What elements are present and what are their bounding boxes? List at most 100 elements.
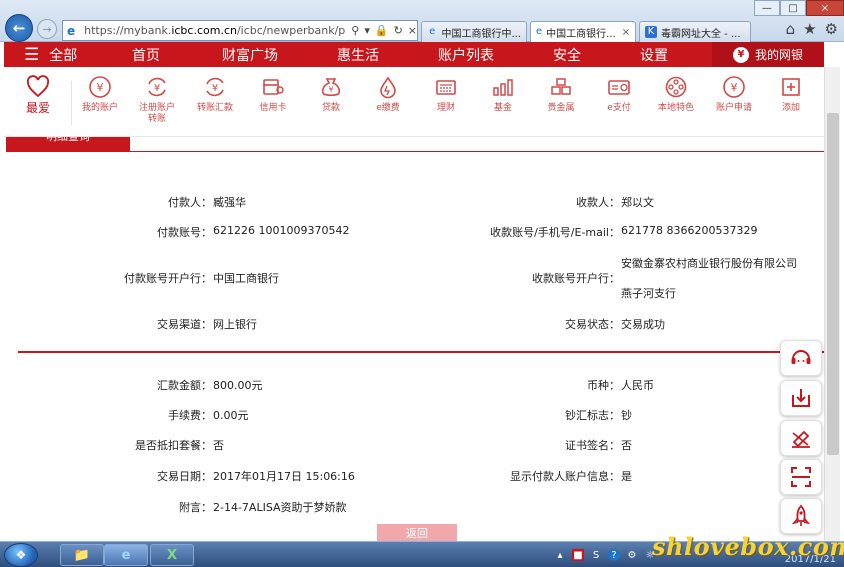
gear-icon[interactable]: ⚙	[825, 20, 838, 38]
tab-label: 中国工商银行...	[546, 28, 616, 40]
nav-wealth[interactable]: 财富广场	[222, 45, 278, 65]
note-label: 附言：	[179, 501, 212, 514]
svg-text:¥: ¥	[154, 83, 160, 94]
nav-settings[interactable]: 设置	[640, 45, 668, 65]
lock-icon[interactable]: 🔒	[375, 24, 389, 37]
gold-bars-icon	[551, 78, 571, 95]
svg-text:¥: ¥	[328, 85, 333, 94]
menu-all-label: 全部	[49, 47, 78, 64]
nav-life[interactable]: 惠生活	[337, 45, 379, 65]
quick-favorite[interactable]: 最爱	[10, 75, 66, 116]
quick-local-features-label: 本地特色	[657, 103, 694, 113]
tab-underline	[6, 151, 824, 152]
date-value: 2017年01月17日 15:06:16	[213, 470, 355, 483]
section-divider	[18, 351, 824, 353]
quick-add[interactable]: 添加	[763, 75, 819, 114]
my-bank-button[interactable]: ¥ 我的网银	[712, 42, 824, 67]
quick-my-account[interactable]: ¥ 我的账户	[72, 75, 128, 114]
payer-label: 付款人：	[168, 196, 212, 209]
quick-registered-transfer[interactable]: ¥ 注册账户转账	[129, 75, 185, 125]
back-to-top-button[interactable]	[780, 498, 822, 534]
quick-precious-metals[interactable]: 贵金属	[533, 75, 589, 114]
maximize-icon[interactable]: □	[780, 0, 806, 16]
duba-icon: K	[645, 26, 657, 38]
payee-bank-value-line2: 燕子河支行	[621, 287, 676, 300]
close-window-icon[interactable]: ×	[806, 0, 844, 16]
quick-e-pay-bills[interactable]: e缴费	[360, 75, 416, 114]
quick-my-account-label: 我的账户	[81, 103, 118, 113]
credit-card-icon	[263, 79, 284, 95]
quick-e-payment[interactable]: e支付	[591, 75, 647, 114]
quick-loan[interactable]: ¥ 贷款	[303, 75, 359, 114]
quick-transfer[interactable]: ¥ 转账汇款	[187, 75, 243, 114]
package-label: 是否抵扣套餐：	[135, 439, 212, 452]
fee-label: 手续费：	[168, 409, 212, 422]
home-icon[interactable]: ⌂	[786, 20, 796, 38]
tray-app-icon[interactable]: ■	[572, 549, 584, 561]
back-icon[interactable]: ←	[5, 14, 33, 42]
quick-local-features[interactable]: 本地特色	[648, 75, 704, 114]
quick-wealth-management[interactable]: 理财	[418, 75, 474, 114]
tray-shield-icon[interactable]: S	[590, 549, 602, 561]
rocket-icon	[791, 504, 811, 526]
tab-icbc-2[interactable]: e 中国工商银行... ×	[530, 21, 636, 42]
svg-text:¥: ¥	[212, 83, 218, 94]
nav-accounts[interactable]: 账户列表	[438, 45, 494, 65]
calculator-icon	[436, 80, 456, 95]
package-value: 否	[213, 439, 224, 452]
taskbar-excel[interactable]: X	[150, 544, 194, 566]
certificate-label: 证书签名：	[565, 439, 620, 452]
star-icon[interactable]: ★	[803, 20, 816, 38]
address-bar[interactable]: e https://mybank.icbc.com.cn/icbc/newper…	[62, 20, 418, 41]
cash-flag-value: 钞	[621, 409, 632, 422]
menu-icon: ☰	[24, 44, 40, 65]
ie-icon: e	[121, 547, 131, 563]
taskbar-ie[interactable]: e	[104, 544, 148, 566]
refresh-icon[interactable]: ↻	[394, 24, 403, 37]
folder-icon: 📁	[73, 547, 91, 563]
tray-arrow-icon[interactable]: ▴	[554, 549, 566, 561]
download-button[interactable]	[780, 380, 822, 416]
close-icon[interactable]: ×	[408, 24, 417, 37]
yen-transfer-icon: ¥	[206, 77, 224, 97]
tray-gear-icon[interactable]: ⚙	[626, 549, 638, 561]
quick-account-application[interactable]: ¥ 账户申请	[706, 75, 762, 114]
minimize-icon[interactable]: —	[754, 0, 780, 16]
svg-text:¥: ¥	[97, 81, 104, 94]
quick-wealth-management-label: 理财	[436, 103, 455, 113]
scroll-thumb[interactable]	[827, 113, 839, 455]
forward-icon[interactable]: →	[37, 19, 57, 39]
scan-button[interactable]	[780, 459, 822, 495]
tray-help-icon[interactable]: ?	[608, 549, 620, 561]
payee-label: 收款人：	[576, 196, 620, 209]
heart-icon	[26, 75, 50, 98]
taskbar-explorer[interactable]: 📁	[60, 544, 104, 566]
page-scrollbar[interactable]	[824, 67, 840, 541]
quick-fund[interactable]: 基金	[475, 75, 531, 114]
nav-home[interactable]: 首页	[132, 45, 160, 65]
quick-credit-card[interactable]: 信用卡	[245, 75, 301, 114]
address-url[interactable]: https://mybank.icbc.com.cn/icbc/newperba…	[84, 24, 346, 37]
tab-duba[interactable]: K 毒霸网址大全 - ...	[639, 21, 751, 42]
customer-service-button[interactable]	[780, 340, 822, 376]
ie-icon: e	[536, 26, 543, 37]
quick-function-bar: 最爱 ¥ 我的账户 ¥ 注册账户转账 ¥ 转账汇款 信用卡 ¥ 贷款 e缴费 理…	[4, 67, 824, 137]
sign-button[interactable]	[780, 420, 822, 456]
quick-e-payment-label: e支付	[607, 103, 631, 113]
search-icon[interactable]: ⚲	[351, 24, 359, 37]
quick-credit-card-label: 信用卡	[259, 103, 287, 113]
ie-icon: e	[429, 26, 436, 37]
quick-fund-label: 基金	[493, 103, 512, 113]
money-bag-icon: ¥	[732, 46, 749, 63]
return-button[interactable]: 返回	[377, 524, 457, 542]
start-button[interactable]: ❖	[4, 543, 38, 567]
payee-value: 郑以文	[621, 196, 654, 209]
close-icon[interactable]: ×	[622, 27, 630, 38]
ie-icon: e	[67, 23, 76, 38]
tab-icbc-1[interactable]: e 中国工商银行中...	[421, 21, 527, 42]
chevron-down-icon[interactable]: ▾	[364, 24, 370, 37]
tab-detail-query[interactable]: 明细查询	[6, 137, 130, 151]
menu-all-button[interactable]: ☰ 全部	[4, 45, 104, 65]
nav-security[interactable]: 安全	[553, 45, 581, 65]
fee-value: 0.00元	[213, 409, 249, 422]
